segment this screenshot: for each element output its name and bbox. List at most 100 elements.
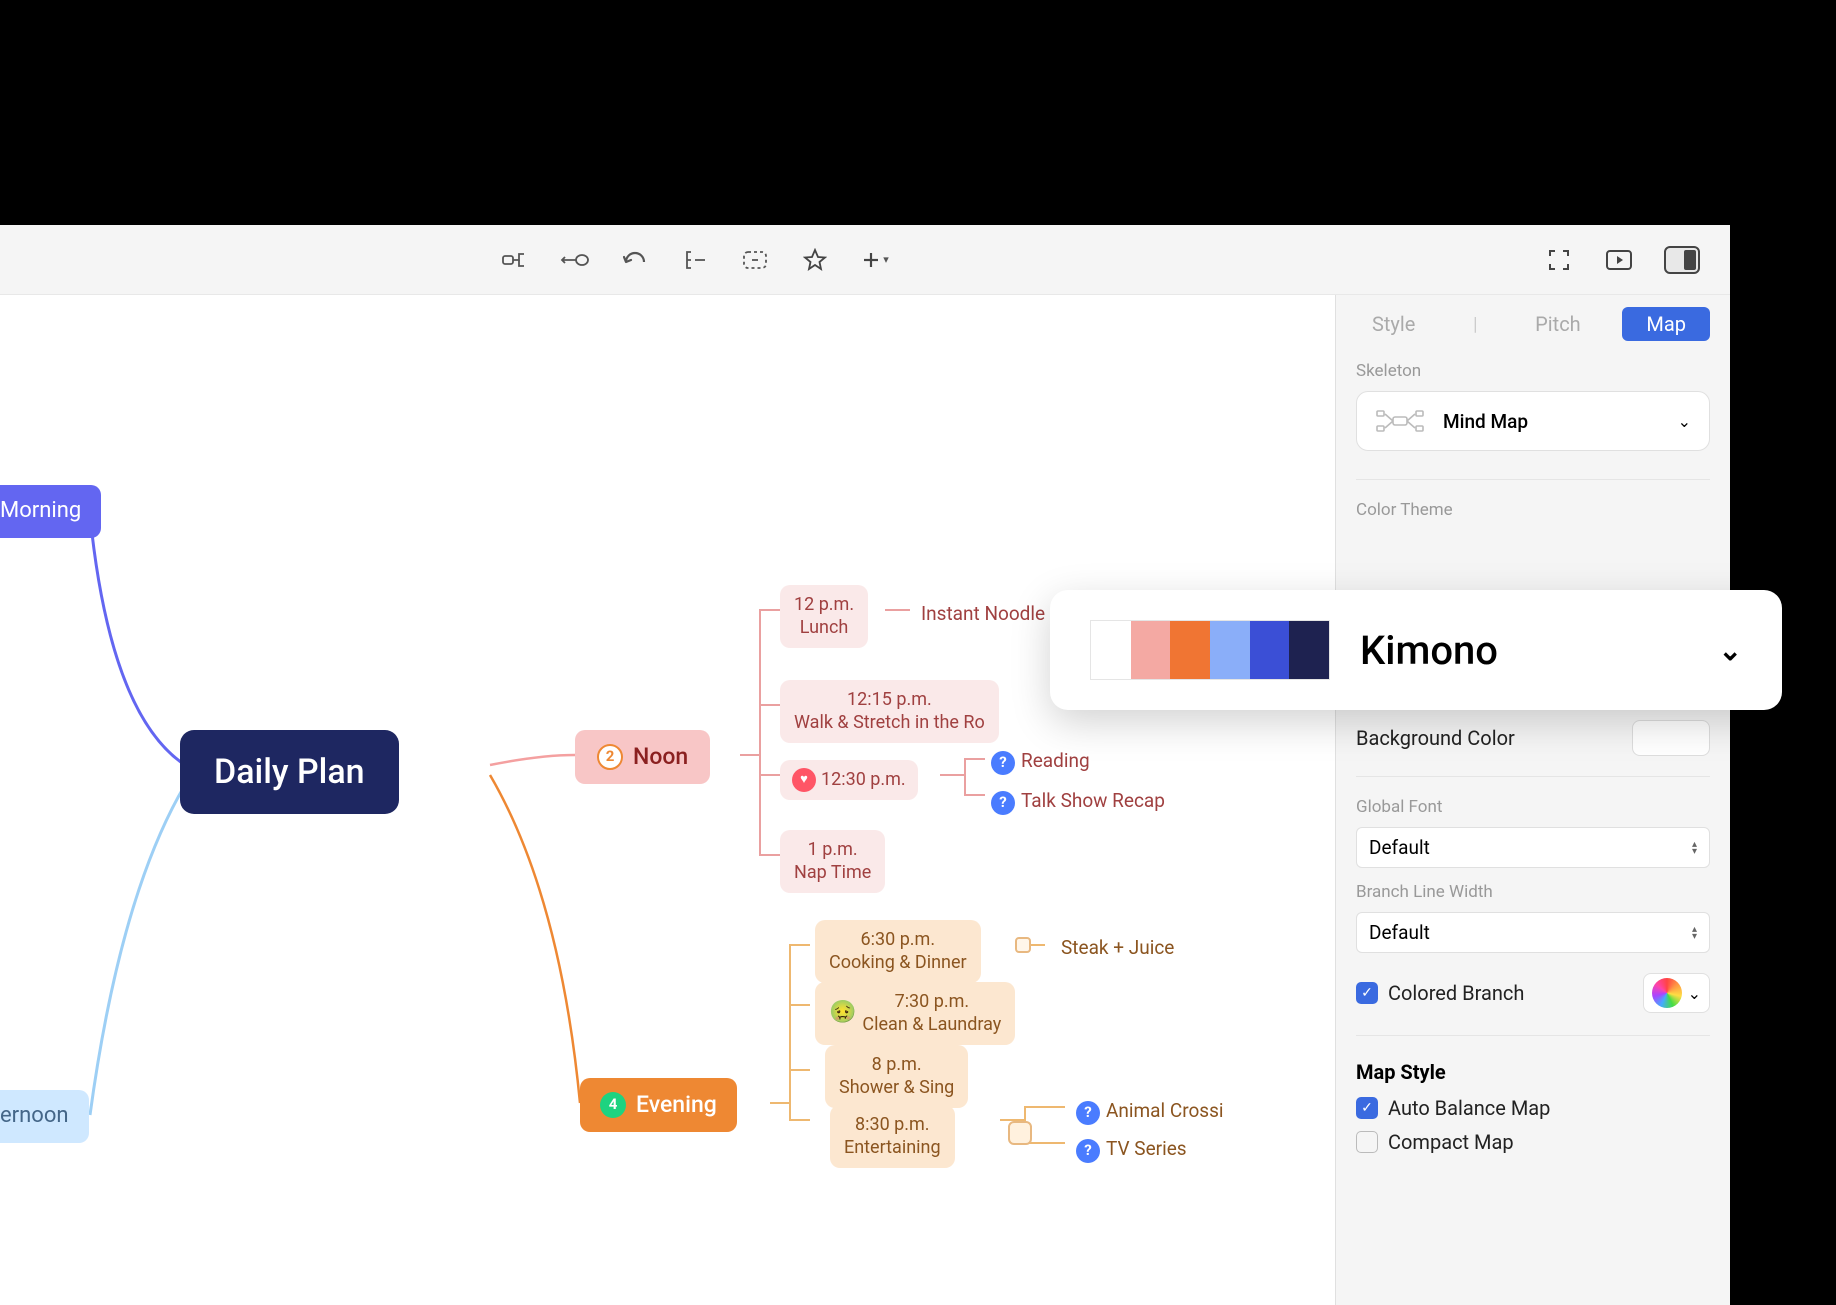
noon-nap[interactable]: 1 p.m. Nap Time [780, 830, 885, 893]
time: 6:30 p.m. [829, 928, 967, 951]
pal-5 [1250, 621, 1290, 679]
chevron-down-icon: ⌄ [1719, 634, 1742, 667]
app-window: ▾ Daily Plan Morning ernoon [0, 225, 1730, 1305]
eve-shower[interactable]: 8 p.m. Shower & Sing [825, 1045, 968, 1108]
morning-node[interactable]: Morning [0, 485, 101, 538]
pal-6 [1289, 621, 1329, 679]
toolbar: ▾ [0, 225, 1730, 295]
pal-1 [1091, 621, 1131, 679]
talkshow-leaf[interactable]: ? Talk Show Recap [985, 785, 1171, 819]
skeleton-value: Mind Map [1443, 410, 1528, 433]
label: TV Series [1106, 1137, 1187, 1160]
star-icon[interactable] [800, 245, 830, 275]
plus-icon[interactable]: ▾ [860, 245, 890, 275]
updown-icon: ▴▾ [1692, 841, 1697, 855]
heart-icon: ♥ [792, 768, 816, 792]
undo-icon[interactable] [620, 245, 650, 275]
label: Clean & Laundray [862, 1014, 1001, 1035]
time: 12:15 p.m. [794, 688, 985, 711]
question-icon: ? [1076, 1139, 1100, 1163]
sidebar: Style | Pitch Map Skeleton Mind Map ⌄ Co… [1335, 295, 1730, 1305]
map-style-title: Map Style [1356, 1060, 1710, 1084]
bg-color-swatch[interactable] [1632, 720, 1710, 756]
branch-width-label: Branch Line Width [1356, 882, 1710, 902]
eve-enter[interactable]: 8:30 p.m. Entertaining [830, 1105, 955, 1168]
time: 8 p.m. [839, 1053, 954, 1076]
noon-walk[interactable]: 12:15 p.m. Walk & Stretch in the Ro [780, 680, 999, 743]
present-icon[interactable] [1604, 245, 1634, 275]
label: Walk & Stretch in the Ro [794, 711, 985, 734]
junction [1008, 1121, 1032, 1145]
label: Shower & Sing [839, 1076, 954, 1099]
colored-branch-label: Colored Branch [1388, 981, 1524, 1005]
boundary-icon[interactable] [740, 245, 770, 275]
eve-cook[interactable]: 6:30 p.m. Cooking & Dinner [815, 920, 981, 983]
eve-cook-leaf[interactable]: Steak + Juice [1055, 932, 1180, 965]
reading-leaf[interactable]: ? Reading [985, 745, 1096, 779]
question-icon: ? [991, 751, 1015, 775]
pal-4 [1210, 621, 1250, 679]
fullscreen-icon[interactable] [1544, 245, 1574, 275]
tab-pitch[interactable]: Pitch [1519, 307, 1597, 341]
branch-color-picker[interactable]: ⌄ [1643, 973, 1710, 1013]
question-icon: ? [1076, 1101, 1100, 1125]
summary-icon[interactable] [680, 245, 710, 275]
color-theme-label: Color Theme [1356, 500, 1710, 520]
time: 12:30 p.m. [821, 768, 906, 791]
tab-map[interactable]: Map [1622, 307, 1710, 341]
noon-lunch[interactable]: 12 p.m. Lunch [780, 585, 868, 648]
noon-label: Noon [633, 742, 688, 772]
auto-balance-checkbox[interactable]: ✓ [1356, 1097, 1378, 1119]
time: 7:30 p.m. [862, 990, 1001, 1013]
compact-map-label: Compact Map [1388, 1130, 1514, 1154]
label: Talk Show Recap [1021, 789, 1165, 812]
pal-3 [1170, 621, 1210, 679]
compact-map-checkbox[interactable] [1356, 1131, 1378, 1153]
sick-emoji: 🤢 [829, 999, 856, 1028]
pal-2 [1131, 621, 1171, 679]
noon-1230[interactable]: ♥ 12:30 p.m. [780, 760, 918, 800]
global-font-select[interactable]: Default ▴▾ [1356, 827, 1710, 868]
bg-color-label: Background Color [1356, 726, 1515, 750]
canvas[interactable]: Daily Plan Morning ernoon 2 Noon 12 p.m.… [0, 295, 1335, 1305]
colored-branch-checkbox[interactable]: ✓ [1356, 982, 1378, 1004]
badge-2: 2 [597, 744, 623, 770]
mindmap-skeleton-icon [1375, 406, 1425, 436]
afternoon-node[interactable]: ernoon [0, 1090, 89, 1143]
noon-lunch-leaf[interactable]: Instant Noodle [915, 598, 1051, 631]
central-node[interactable]: Daily Plan [180, 730, 399, 814]
skeleton-select[interactable]: Mind Map ⌄ [1356, 391, 1710, 451]
relationship-icon[interactable] [560, 245, 590, 275]
label: Cooking & Dinner [829, 951, 967, 974]
time: 12 p.m. [794, 593, 854, 616]
side-tabs: Style | Pitch Map [1356, 307, 1710, 361]
eve-animal-leaf[interactable]: ? Animal Crossi [1070, 1095, 1230, 1129]
eve-tv-leaf[interactable]: ? TV Series [1070, 1133, 1193, 1167]
label: Nap Time [794, 861, 871, 884]
label: Entertaining [844, 1136, 941, 1159]
chevron-down-icon: ⌄ [1688, 984, 1701, 1003]
branch-width-select[interactable]: Default ▴▾ [1356, 912, 1710, 953]
tab-style[interactable]: Style [1356, 307, 1431, 341]
label: Animal Crossi [1106, 1099, 1224, 1122]
tab-sep: | [1457, 309, 1493, 340]
add-subtopic-icon[interactable] [500, 245, 530, 275]
global-font-value: Default [1369, 836, 1430, 859]
evening-node[interactable]: 4 Evening [580, 1078, 737, 1132]
question-icon: ? [991, 791, 1015, 815]
time: 1 p.m. [794, 838, 871, 861]
updown-icon: ▴▾ [1692, 926, 1697, 940]
theme-popover[interactable]: Kimono ⌄ [1050, 590, 1782, 710]
theme-name: Kimono [1360, 627, 1689, 674]
panel-toggle-icon[interactable] [1664, 246, 1700, 274]
noon-node[interactable]: 2 Noon [575, 730, 710, 784]
label: Lunch [794, 616, 854, 639]
color-wheel-icon [1652, 978, 1682, 1008]
eve-clean[interactable]: 🤢 7:30 p.m.Clean & Laundray [815, 982, 1015, 1045]
skeleton-label: Skeleton [1356, 361, 1710, 381]
label: Reading [1021, 749, 1090, 772]
auto-balance-label: Auto Balance Map [1388, 1096, 1550, 1120]
badge-4: 4 [600, 1092, 626, 1118]
theme-palette [1090, 620, 1330, 680]
junction [1015, 937, 1031, 953]
